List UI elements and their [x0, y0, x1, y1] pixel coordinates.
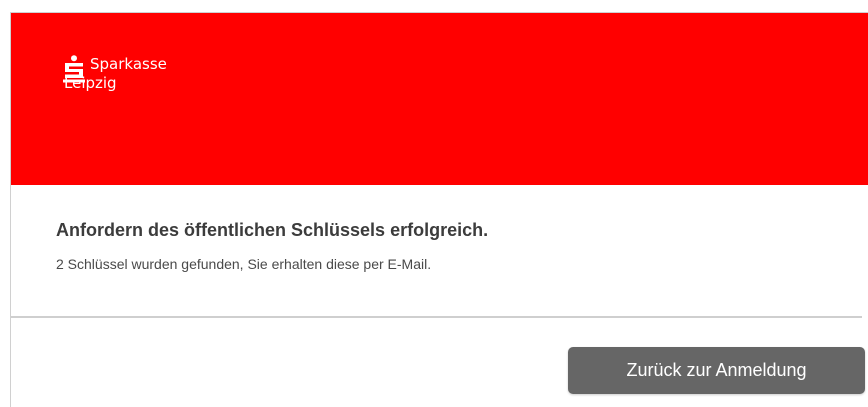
brand-header: Sparkasse Leipzig	[11, 13, 868, 185]
message-title: Anfordern des öffentlichen Schlüssels er…	[56, 220, 489, 240]
back-to-login-button[interactable]: Zurück zur Anmeldung	[568, 347, 865, 394]
brand-name: Sparkasse Leipzig	[64, 55, 167, 93]
success-message: Anfordern des öffentlichen Schlüssels er…	[56, 220, 488, 272]
brand-name-line1: Sparkasse	[90, 55, 167, 73]
message-body: 2 Schlüssel wurden gefunden, Sie erhalte…	[56, 256, 432, 272]
sparkasse-logo: Sparkasse Leipzig	[63, 54, 167, 93]
brand-name-line2: Leipzig	[64, 74, 117, 92]
content-panel: Sparkasse Leipzig Anfordern des öffentli…	[10, 12, 868, 407]
divider	[11, 316, 862, 318]
